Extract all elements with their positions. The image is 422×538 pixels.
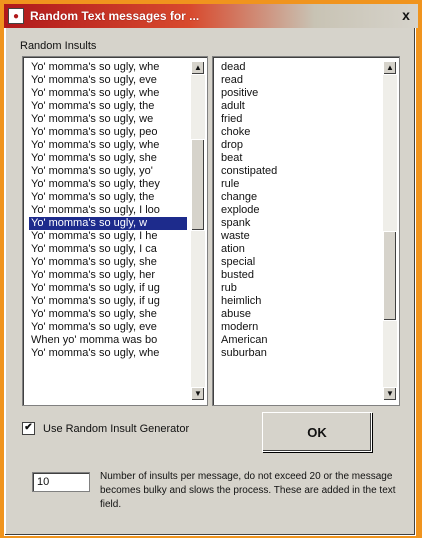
list-item[interactable]: explode (219, 204, 379, 217)
words-scrollbar[interactable]: ▲ ▼ (383, 61, 397, 401)
list-item[interactable]: waste (219, 230, 379, 243)
scroll-down-button[interactable]: ▼ (383, 387, 397, 401)
list-item[interactable]: Yo' momma's so ugly, she (29, 152, 187, 165)
list-item[interactable]: rub (219, 282, 379, 295)
list-item[interactable]: Yo' momma's so ugly, I loo (29, 204, 187, 217)
list-item[interactable]: fried (219, 113, 379, 126)
random-generator-option[interactable]: ✔ Use Random Insult Generator (22, 422, 189, 435)
list-item[interactable]: dead (219, 61, 379, 74)
insult-count-input[interactable] (32, 472, 90, 492)
list-item[interactable]: Yo' momma's so ugly, whe (29, 347, 187, 360)
scroll-down-button[interactable]: ▼ (191, 387, 205, 401)
window-title: Random Text messages for ... (30, 9, 200, 23)
random-insults-label: Random Insults (20, 40, 97, 52)
list-item[interactable]: Yo' momma's so ugly, she (29, 256, 187, 269)
list-item[interactable]: American (219, 334, 379, 347)
scroll-thumb[interactable] (191, 139, 205, 231)
app-icon: ● (8, 8, 24, 24)
list-item[interactable]: Yo' momma's so ugly, eve (29, 74, 187, 87)
list-item[interactable]: Yo' momma's so ugly, if ug (29, 295, 187, 308)
insults-scrollbar[interactable]: ▲ ▼ (191, 61, 205, 401)
list-item[interactable]: Yo' momma's so ugly, the (29, 191, 187, 204)
list-item[interactable]: Yo' momma's so ugly, whe (29, 139, 187, 152)
list-item[interactable]: Yo' momma's so ugly, she (29, 308, 187, 321)
list-item[interactable]: heimlich (219, 295, 379, 308)
words-list-items: dead read positive adult fried choke drop beat c… (219, 61, 379, 360)
words-listbox[interactable]: dead read positive adult fried choke drop beat c… (212, 56, 400, 406)
list-item[interactable]: Yo' momma's so ugly, if ug (29, 282, 187, 295)
list-item[interactable]: Yo' momma's so ugly, I ca (29, 243, 187, 256)
list-item[interactable]: Yo' momma's so ugly, I he (29, 230, 187, 243)
list-item[interactable]: Yo' momma's so ugly, whe (29, 87, 187, 100)
close-button[interactable]: x (398, 7, 414, 23)
list-item[interactable]: special (219, 256, 379, 269)
title-bar[interactable]: ● Random Text messages for ... x (4, 4, 418, 28)
list-item[interactable]: Yo' momma's so ugly, w (29, 217, 187, 230)
list-item[interactable]: Yo' momma's so ugly, we (29, 113, 187, 126)
list-item[interactable]: adult (219, 100, 379, 113)
list-item[interactable]: choke (219, 126, 379, 139)
scroll-up-button[interactable]: ▲ (191, 61, 205, 75)
random-generator-checkbox[interactable]: ✔ (22, 422, 35, 435)
list-item[interactable]: rule (219, 178, 379, 191)
list-item[interactable]: Yo' momma's so ugly, peo (29, 126, 187, 139)
list-item[interactable]: ation (219, 243, 379, 256)
list-item[interactable]: positive (219, 87, 379, 100)
list-item[interactable]: modern (219, 321, 379, 334)
list-item[interactable]: Yo' momma's so ugly, whe (29, 61, 187, 74)
scroll-thumb[interactable] (383, 231, 397, 321)
list-item[interactable]: Yo' momma's so ugly, the (29, 100, 187, 113)
list-item[interactable]: suburban (219, 347, 379, 360)
scroll-up-button[interactable]: ▲ (383, 61, 397, 75)
list-item[interactable]: busted (219, 269, 379, 282)
list-item[interactable]: Yo' momma's so ugly, they (29, 178, 187, 191)
insults-listbox[interactable]: Yo' momma's so ugly, whe Yo' momma's so u… (22, 56, 208, 406)
insult-count-help: Number of insults per message, do not ex… (100, 471, 396, 510)
list-item[interactable]: Yo' momma's so ugly, her (29, 269, 187, 282)
ok-button[interactable]: OK (262, 412, 372, 452)
list-item[interactable]: abuse (219, 308, 379, 321)
random-generator-label: Use Random Insult Generator (43, 422, 190, 435)
list-item[interactable]: beat (219, 152, 379, 165)
list-item[interactable]: read (219, 74, 379, 87)
list-item[interactable]: spank (219, 217, 379, 230)
list-item[interactable]: When yo' momma was bo (29, 334, 187, 347)
list-item[interactable]: drop (219, 139, 379, 152)
list-item[interactable]: constipated (219, 165, 379, 178)
list-item[interactable]: change (219, 191, 379, 204)
list-item[interactable]: Yo' momma's so ugly, eve (29, 321, 187, 334)
list-item[interactable]: Yo' momma's so ugly, yo' (29, 165, 187, 178)
insults-list-items: Yo' momma's so ugly, whe Yo' momma's so u… (29, 61, 187, 360)
